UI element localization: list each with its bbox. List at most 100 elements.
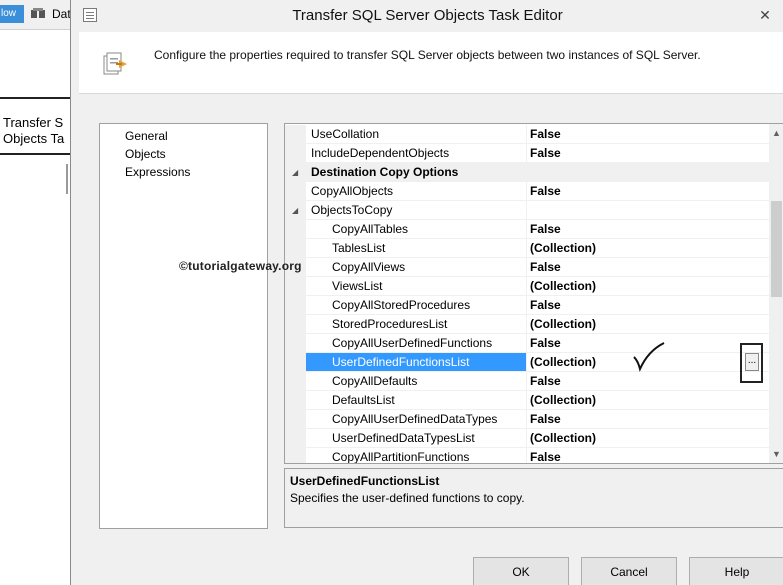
property-description-pane: UserDefinedFunctionsList Specifies the u… bbox=[284, 468, 783, 528]
property-value[interactable]: (Collection) bbox=[526, 239, 769, 258]
property-row[interactable]: StoredProceduresList (Collection) bbox=[285, 315, 769, 334]
property-value[interactable]: (Collection) bbox=[526, 315, 769, 334]
property-row[interactable]: DefaultsList (Collection) bbox=[285, 391, 769, 410]
row-gutter bbox=[285, 277, 306, 296]
property-row[interactable]: TablesList (Collection) bbox=[285, 239, 769, 258]
scroll-up-icon[interactable]: ▲ bbox=[769, 126, 783, 140]
property-row[interactable]: ◢ ObjectsToCopy bbox=[285, 201, 769, 220]
property-value[interactable]: (Collection) bbox=[526, 429, 769, 448]
row-gutter bbox=[285, 334, 306, 353]
property-value[interactable]: False bbox=[526, 410, 769, 429]
property-name[interactable]: DefaultsList bbox=[306, 391, 526, 410]
property-value[interactable] bbox=[526, 163, 769, 182]
vertical-scrollbar[interactable]: ▲ ▼ bbox=[769, 124, 783, 463]
background-task-line2: Objects Ta bbox=[3, 131, 65, 146]
property-name[interactable]: CopyAllViews bbox=[306, 258, 526, 277]
ellipsis-button[interactable]: ... bbox=[745, 353, 759, 371]
scroll-thumb[interactable] bbox=[771, 201, 782, 297]
title-bar[interactable]: Transfer SQL Server Objects Task Editor … bbox=[71, 0, 783, 32]
row-gutter bbox=[285, 429, 306, 448]
close-button[interactable]: ✕ bbox=[754, 4, 776, 26]
property-row[interactable]: IncludeDependentObjects False bbox=[285, 144, 769, 163]
property-name[interactable]: CopyAllObjects bbox=[306, 182, 526, 201]
property-name[interactable]: TablesList bbox=[306, 239, 526, 258]
property-name[interactable]: IncludeDependentObjects bbox=[306, 144, 526, 163]
property-row[interactable]: CopyAllViews False bbox=[285, 258, 769, 277]
checkmark-annotation bbox=[630, 339, 670, 375]
property-row[interactable]: CopyAllPartitionFunctions False bbox=[285, 448, 769, 463]
row-gutter: ◢ bbox=[285, 163, 306, 182]
property-row[interactable]: CopyAllUserDefinedFunctions False bbox=[285, 334, 769, 353]
property-value[interactable]: False bbox=[526, 182, 769, 201]
property-name[interactable]: StoredProceduresList bbox=[306, 315, 526, 334]
property-name[interactable]: CopyAllUserDefinedDataTypes bbox=[306, 410, 526, 429]
row-gutter bbox=[285, 448, 306, 463]
close-icon: ✕ bbox=[759, 7, 771, 23]
property-name[interactable]: CopyAllPartitionFunctions bbox=[306, 448, 526, 463]
nav-item-general[interactable]: General bbox=[100, 127, 267, 145]
row-gutter bbox=[285, 315, 306, 334]
property-name[interactable]: CopyAllUserDefinedFunctions bbox=[306, 334, 526, 353]
property-value[interactable]: (Collection) bbox=[526, 277, 769, 296]
row-gutter bbox=[285, 391, 306, 410]
dialog-description: Configure the properties required to tra… bbox=[154, 48, 701, 62]
property-value[interactable]: False bbox=[526, 144, 769, 163]
property-name[interactable]: ViewsList bbox=[306, 277, 526, 296]
property-value[interactable]: (Collection) bbox=[526, 391, 769, 410]
property-row[interactable]: CopyAllStoredProcedures False bbox=[285, 296, 769, 315]
property-row[interactable]: CopyAllUserDefinedDataTypes False bbox=[285, 410, 769, 429]
database-icon bbox=[31, 8, 45, 18]
property-value[interactable]: False bbox=[526, 220, 769, 239]
row-gutter bbox=[285, 372, 306, 391]
expand-collapse-icon[interactable]: ◢ bbox=[292, 207, 298, 215]
property-grid-rows: UseCollation False IncludeDependentObjects… bbox=[285, 125, 769, 463]
expand-collapse-icon[interactable]: ◢ bbox=[292, 169, 298, 177]
property-value[interactable] bbox=[526, 201, 769, 220]
property-name[interactable]: UserDefinedFunctionsList bbox=[306, 353, 526, 372]
property-value[interactable]: False bbox=[526, 125, 769, 144]
property-row[interactable]: CopyAllDefaults False bbox=[285, 372, 769, 391]
property-row[interactable]: UseCollation False bbox=[285, 125, 769, 144]
row-gutter bbox=[285, 239, 306, 258]
property-name[interactable]: ObjectsToCopy bbox=[306, 201, 526, 220]
background-flow-tab[interactable]: low bbox=[0, 5, 24, 23]
row-gutter bbox=[285, 296, 306, 315]
property-grid: UseCollation False IncludeDependentObjects… bbox=[284, 123, 783, 464]
property-value[interactable]: False bbox=[526, 258, 769, 277]
help-button[interactable]: Help bbox=[689, 557, 783, 585]
nav-item-objects[interactable]: Objects bbox=[100, 145, 267, 163]
watermark-text: ©tutorialgateway.org bbox=[179, 259, 302, 273]
property-row[interactable]: CopyAllObjects False bbox=[285, 182, 769, 201]
property-name[interactable]: Destination Copy Options bbox=[306, 163, 526, 182]
property-name[interactable]: CopyAllTables bbox=[306, 220, 526, 239]
property-row[interactable]: ◢ Destination Copy Options bbox=[285, 163, 769, 182]
page-navigation: General Objects Expressions bbox=[99, 123, 268, 529]
transfer-objects-icon bbox=[103, 52, 127, 75]
property-name[interactable]: CopyAllDefaults bbox=[306, 372, 526, 391]
property-row[interactable]: UserDefinedDataTypesList (Collection) bbox=[285, 429, 769, 448]
property-row[interactable]: UserDefinedFunctionsList (Collection) bbox=[285, 353, 769, 372]
property-description-text: Specifies the user-defined functions to … bbox=[290, 491, 525, 505]
ellipsis-highlight-box: ... bbox=[740, 343, 763, 383]
property-value[interactable]: False bbox=[526, 448, 769, 463]
property-row[interactable]: ViewsList (Collection) bbox=[285, 277, 769, 296]
nav-item-expressions[interactable]: Expressions bbox=[100, 163, 267, 181]
background-toolbar: low Dat bbox=[0, 0, 80, 30]
row-gutter bbox=[285, 125, 306, 144]
task-editor-dialog: Transfer SQL Server Objects Task Editor … bbox=[70, 0, 783, 585]
row-gutter bbox=[285, 353, 306, 372]
row-gutter bbox=[285, 410, 306, 429]
scroll-down-icon[interactable]: ▼ bbox=[769, 447, 783, 461]
property-row[interactable]: CopyAllTables False bbox=[285, 220, 769, 239]
ok-button[interactable]: OK bbox=[473, 557, 569, 585]
background-data-tab[interactable]: Dat bbox=[52, 7, 71, 21]
property-name[interactable]: UseCollation bbox=[306, 125, 526, 144]
property-name[interactable]: UserDefinedDataTypesList bbox=[306, 429, 526, 448]
row-gutter: ◢ bbox=[285, 201, 306, 220]
property-name[interactable]: CopyAllStoredProcedures bbox=[306, 296, 526, 315]
dialog-title: Transfer SQL Server Objects Task Editor bbox=[292, 7, 563, 24]
property-value[interactable]: False bbox=[526, 296, 769, 315]
property-description-title: UserDefinedFunctionsList bbox=[290, 474, 440, 488]
cancel-button[interactable]: Cancel bbox=[581, 557, 677, 585]
background-task-box[interactable]: Transfer S Objects Ta bbox=[0, 97, 74, 155]
